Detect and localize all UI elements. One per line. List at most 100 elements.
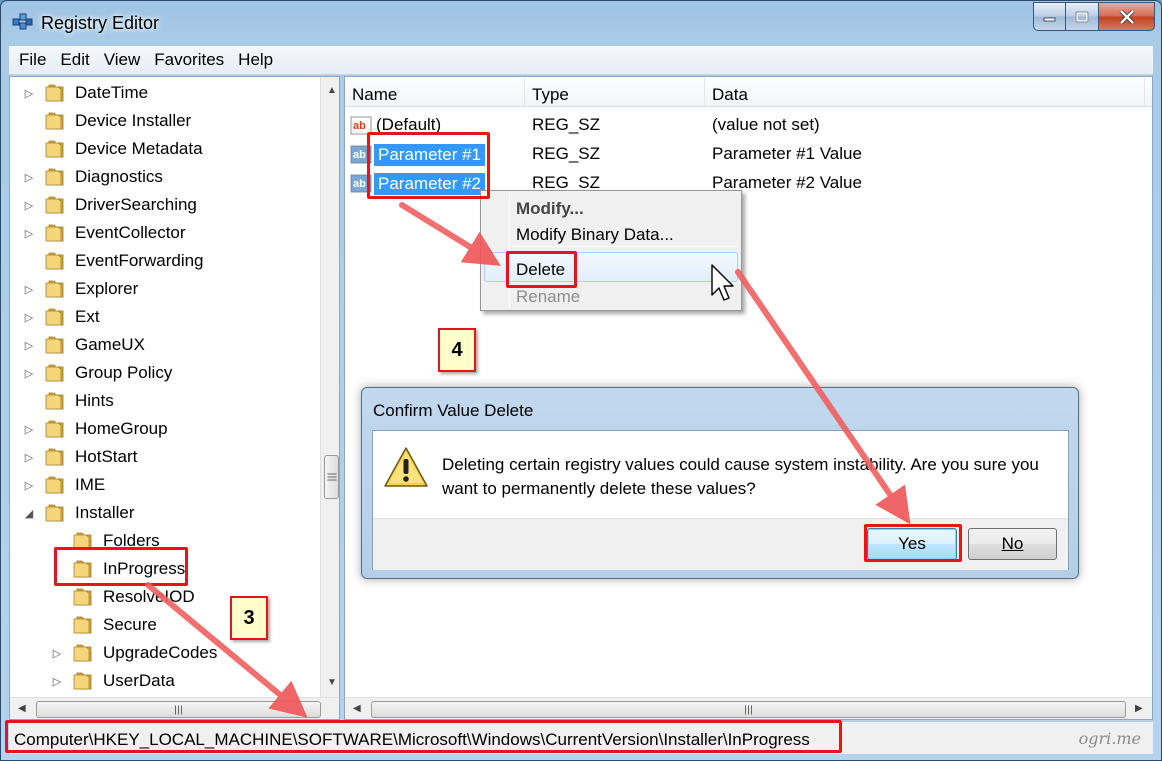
registry-editor-window: Registry Editor File Edit View Favorites… bbox=[0, 0, 1162, 761]
folder-icon bbox=[45, 420, 64, 438]
dialog-message: Deleting certain registry values could c… bbox=[442, 455, 1039, 498]
folder-icon bbox=[45, 196, 64, 214]
list-horizontal-scrollbar[interactable]: ◀ ▶ bbox=[345, 697, 1152, 719]
maximize-icon bbox=[1075, 10, 1089, 23]
highlight-status-path bbox=[5, 720, 842, 753]
tree-item-label: ResolveIOD bbox=[103, 587, 195, 606]
folder-icon bbox=[73, 644, 92, 662]
tree-item-label: UserData bbox=[103, 671, 175, 690]
tree-item-gameux[interactable]: ▷ GameUX bbox=[22, 331, 148, 359]
menu-favorites[interactable]: Favorites bbox=[147, 50, 231, 70]
highlight-delete-item bbox=[506, 251, 577, 288]
tree-item-resolveiod[interactable]: ResolveIOD bbox=[50, 583, 198, 611]
tree-item-secure[interactable]: Secure bbox=[50, 611, 160, 639]
collapsed-arrow-icon[interactable]: ▷ bbox=[22, 367, 36, 380]
watermark: ogri.me bbox=[1078, 729, 1141, 748]
tree-item-upgradecodes[interactable]: ▷ UpgradeCodes bbox=[50, 639, 220, 667]
menu-edit[interactable]: Edit bbox=[53, 50, 96, 70]
menu-file[interactable]: File bbox=[9, 50, 53, 70]
tree-item-driversearching[interactable]: ▷ DriverSearching bbox=[22, 191, 200, 219]
folder-icon bbox=[45, 448, 64, 466]
context-menu-modify[interactable]: Modify... bbox=[516, 199, 584, 219]
tree-item-label: DateTime bbox=[75, 83, 149, 102]
collapsed-arrow-icon[interactable]: ▷ bbox=[50, 675, 64, 688]
tree-item-label: HomeGroup bbox=[75, 419, 168, 438]
collapsed-arrow-icon[interactable]: ▷ bbox=[22, 199, 36, 212]
highlight-inprogress-key bbox=[54, 547, 188, 586]
folder-icon bbox=[45, 112, 64, 130]
tree-item-explorer[interactable]: ▷ Explorer bbox=[22, 275, 141, 303]
column-header-type[interactable]: Type bbox=[525, 77, 705, 107]
collapsed-arrow-icon[interactable]: ▷ bbox=[22, 171, 36, 184]
collapsed-arrow-icon[interactable]: ▷ bbox=[22, 87, 36, 100]
value-type: REG_SZ bbox=[532, 115, 601, 134]
tree-item-homegroup[interactable]: ▷ HomeGroup bbox=[22, 415, 171, 443]
column-header-name[interactable]: Name bbox=[345, 77, 525, 107]
tree-item-eventcollector[interactable]: ▷ EventCollector bbox=[22, 219, 189, 247]
tree-vertical-scrollbar[interactable]: ▲ ▼ bbox=[320, 77, 339, 697]
key-tree-pane[interactable]: ▷ DateTime Device Installer Device Metadata… bbox=[9, 76, 340, 720]
scroll-down-icon[interactable]: ▼ bbox=[327, 677, 337, 688]
tree-item-datetime[interactable]: ▷ DateTime bbox=[22, 79, 151, 107]
value-type: REG_SZ bbox=[532, 144, 601, 163]
no-button[interactable]: No bbox=[968, 528, 1057, 560]
collapsed-arrow-icon[interactable]: ▷ bbox=[22, 283, 36, 296]
collapsed-arrow-icon[interactable]: ▷ bbox=[22, 339, 36, 352]
tree-item-label: Ext bbox=[75, 307, 100, 326]
context-menu-modify-binary[interactable]: Modify Binary Data... bbox=[516, 225, 674, 245]
expanded-arrow-icon[interactable]: ◢ bbox=[22, 507, 36, 520]
folder-icon bbox=[45, 392, 64, 410]
tree-item-label: IME bbox=[75, 475, 106, 494]
tree-horizontal-scrollbar[interactable]: ◀ bbox=[10, 697, 339, 719]
tree-item-diagnostics[interactable]: ▷ Diagnostics bbox=[22, 163, 166, 191]
collapsed-arrow-icon[interactable]: ▷ bbox=[22, 423, 36, 436]
tree-item-hotstart[interactable]: ▷ HotStart bbox=[22, 443, 140, 471]
collapsed-arrow-icon[interactable]: ▷ bbox=[22, 451, 36, 464]
tree-item-ext[interactable]: ▷ Ext bbox=[22, 303, 103, 331]
tree-item-label: HotStart bbox=[75, 447, 138, 466]
list-hscroll-thumb[interactable] bbox=[371, 701, 1126, 718]
collapsed-arrow-icon[interactable]: ▷ bbox=[22, 479, 36, 492]
tree-item-group-policy[interactable]: ▷ Group Policy bbox=[22, 359, 175, 387]
tree-item-label: UpgradeCodes bbox=[103, 643, 218, 662]
folder-icon bbox=[73, 588, 92, 606]
scroll-up-icon[interactable]: ▲ bbox=[327, 85, 337, 96]
tree-item-userdata[interactable]: ▷ UserData bbox=[50, 667, 178, 695]
tree-item-device-metadata[interactable]: Device Metadata bbox=[22, 135, 206, 163]
tree-item-eventforwarding[interactable]: EventForwarding bbox=[22, 247, 207, 275]
tree-item-installer[interactable]: ◢ Installer bbox=[22, 499, 138, 527]
collapsed-arrow-icon[interactable]: ▷ bbox=[22, 311, 36, 324]
tree-item-hints[interactable]: Hints bbox=[22, 387, 117, 415]
folder-icon bbox=[45, 308, 64, 326]
column-header-data[interactable]: Data bbox=[705, 77, 1145, 107]
svg-text:ab: ab bbox=[353, 149, 366, 161]
folder-icon bbox=[45, 168, 64, 186]
folder-icon bbox=[45, 84, 64, 102]
tree-item-label: Installer bbox=[75, 503, 135, 522]
close-button[interactable] bbox=[1099, 2, 1155, 31]
collapsed-arrow-icon[interactable]: ▷ bbox=[22, 227, 36, 240]
tree-hscroll-thumb[interactable] bbox=[36, 701, 321, 718]
tree-scroll-thumb[interactable] bbox=[324, 455, 339, 499]
step-badge-4: 4 bbox=[438, 328, 476, 372]
title-bar[interactable]: Registry Editor bbox=[1, 1, 1161, 45]
scroll-left-icon[interactable]: ◀ bbox=[18, 703, 26, 714]
menu-help[interactable]: Help bbox=[231, 50, 280, 70]
menu-bar: File Edit View Favorites Help bbox=[9, 46, 1153, 75]
registry-editor-icon bbox=[12, 13, 33, 30]
collapsed-arrow-icon[interactable]: ▷ bbox=[50, 647, 64, 660]
maximize-button[interactable] bbox=[1066, 2, 1099, 31]
tree-item-label: Explorer bbox=[75, 279, 139, 298]
tree-item-device-installer[interactable]: Device Installer bbox=[22, 107, 194, 135]
folder-icon bbox=[45, 224, 64, 242]
scroll-right-icon[interactable]: ▶ bbox=[1135, 703, 1143, 714]
tree-item-ime[interactable]: ▷ IME bbox=[22, 471, 108, 499]
menu-view[interactable]: View bbox=[97, 50, 148, 70]
scroll-left-icon[interactable]: ◀ bbox=[353, 703, 361, 714]
tree-item-label: EventCollector bbox=[75, 223, 186, 242]
folder-icon bbox=[45, 280, 64, 298]
minimize-button[interactable] bbox=[1033, 2, 1066, 31]
step-badge-3: 3 bbox=[230, 596, 268, 640]
tree-item-label: Device Metadata bbox=[75, 139, 203, 158]
close-icon bbox=[1119, 9, 1134, 24]
